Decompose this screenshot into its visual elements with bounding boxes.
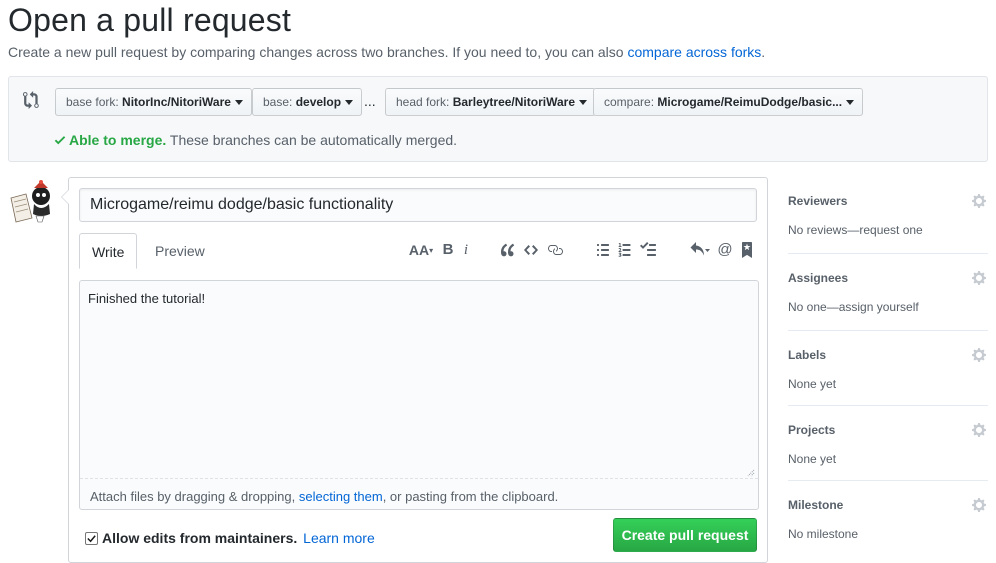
gear-icon[interactable]	[971, 347, 987, 363]
base-fork-value: NitorInc/NitoriWare	[122, 95, 231, 109]
ordered-list-button[interactable]	[616, 241, 634, 259]
range-separator: ...	[364, 93, 376, 109]
pr-title-input[interactable]	[79, 188, 757, 222]
caret-down-icon: ▾	[429, 246, 434, 255]
pull-request-form: Write Preview AA▾ B i @ Fini	[61, 177, 768, 563]
milestone-heading: Milestone	[788, 498, 844, 512]
italic-button[interactable]: i	[457, 241, 475, 259]
mention-button[interactable]: @	[716, 241, 734, 259]
merge-status-ok: Able to merge.	[69, 132, 167, 148]
learn-more-link[interactable]: Learn more	[303, 530, 375, 546]
tasklist-icon	[640, 242, 656, 256]
compare-branch-value: Microgame/ReimuDodge/basic...	[657, 95, 843, 109]
gear-icon[interactable]	[971, 193, 987, 209]
subtitle-end: .	[761, 44, 766, 60]
base-branch-value: develop	[295, 95, 342, 109]
select-files-link[interactable]: selecting them	[299, 489, 383, 504]
check-icon	[54, 136, 66, 145]
projects-heading: Projects	[788, 423, 836, 437]
allow-edits-option: Allow edits from maintainers. Learn more	[85, 530, 375, 546]
reviewers-value: No reviews—request one	[788, 223, 923, 237]
tab-preview[interactable]: Preview	[143, 233, 217, 269]
compare-across-forks-link[interactable]: compare across forks	[627, 44, 761, 60]
list-unordered-icon	[597, 244, 609, 256]
allow-edits-label[interactable]: Allow edits from maintainers.	[102, 530, 297, 546]
quote-button[interactable]	[499, 241, 517, 259]
merge-status-detail: These branches can be automatically merg…	[169, 132, 458, 148]
reviewers-heading: Reviewers	[788, 194, 848, 208]
base-branch-key: base:	[263, 95, 293, 109]
gear-icon[interactable]	[971, 422, 987, 438]
code-icon	[524, 245, 538, 255]
unordered-list-button[interactable]	[594, 241, 612, 259]
resize-grip-icon[interactable]	[747, 469, 755, 477]
sidebar-reviewers[interactable]: Reviewers No reviews—request one	[788, 180, 988, 254]
header-button[interactable]: AA▾	[407, 241, 435, 259]
gear-icon[interactable]	[971, 270, 987, 286]
attach-files-hint: Attach files by dragging & dropping, sel…	[90, 489, 558, 504]
task-list-button[interactable]	[639, 241, 657, 259]
checkmark-icon	[87, 535, 96, 543]
pr-body-textarea[interactable]: Finished the tutorial!	[80, 281, 758, 479]
head-fork-value: Barleytree/NitoriWare	[452, 95, 575, 109]
git-compare-icon	[23, 91, 39, 109]
base-branch-select[interactable]: base: develop	[252, 88, 363, 116]
labels-value: None yet	[788, 377, 837, 391]
gear-icon[interactable]	[971, 497, 987, 513]
page-title: Open a pull request	[8, 2, 292, 38]
bookmark-icon	[742, 242, 752, 258]
milestone-value: No milestone	[788, 527, 859, 541]
link-icon	[548, 245, 563, 255]
user-avatar[interactable]	[8, 178, 54, 224]
sidebar-milestone[interactable]: Milestone No milestone	[788, 484, 988, 556]
labels-heading: Labels	[788, 348, 827, 362]
head-fork-select[interactable]: head fork: Barleytree/NitoriWare	[385, 88, 596, 116]
tab-write[interactable]: Write	[79, 233, 138, 269]
sidebar-assignees[interactable]: Assignees No one—assign yourself	[788, 257, 988, 331]
create-pull-request-button[interactable]: Create pull request	[613, 518, 757, 552]
page-subtitle: Create a new pull request by comparing c…	[8, 44, 765, 60]
caret-down-icon	[345, 100, 354, 105]
assignees-heading: Assignees	[788, 271, 849, 285]
attach-text-2: , or pasting from the clipboard.	[382, 489, 559, 504]
reply-icon	[690, 242, 710, 256]
caret-down-icon	[579, 100, 587, 105]
list-ordered-icon	[618, 243, 631, 257]
quote-icon	[501, 243, 515, 257]
sidebar-labels[interactable]: Labels None yet	[788, 334, 988, 406]
link-button[interactable]	[546, 241, 564, 259]
caret-down-icon	[846, 100, 855, 105]
compare-branch-select[interactable]: compare: Microgame/ReimuDodge/basic...	[593, 88, 864, 116]
bold-button[interactable]: B	[439, 241, 457, 259]
allow-edits-checkbox[interactable]	[85, 532, 98, 545]
branch-range-editor: base fork: NitorInc/NitoriWare base: dev…	[8, 76, 988, 162]
base-fork-key: base fork:	[66, 95, 119, 109]
base-fork-select[interactable]: base fork: NitorInc/NitoriWare	[55, 88, 252, 116]
attach-text-1: Attach files by dragging & dropping,	[90, 489, 296, 504]
compare-branch-key: compare:	[604, 95, 655, 109]
projects-value: None yet	[788, 452, 837, 466]
saved-replies-button[interactable]	[687, 241, 713, 259]
caret-down-icon	[234, 100, 243, 105]
subtitle-text: Create a new pull request by comparing c…	[8, 44, 624, 60]
sidebar-projects[interactable]: Projects None yet	[788, 409, 988, 481]
code-button[interactable]	[522, 241, 540, 259]
assignees-value: No one—assign yourself	[788, 300, 919, 314]
reference-button[interactable]	[738, 241, 756, 259]
header-text-icon: AA	[408, 242, 430, 258]
merge-status: Able to merge. These branches can be aut…	[53, 132, 457, 148]
comment-write-area: Finished the tutorial! Attach files by d…	[79, 280, 759, 510]
head-fork-key: head fork:	[396, 95, 450, 109]
